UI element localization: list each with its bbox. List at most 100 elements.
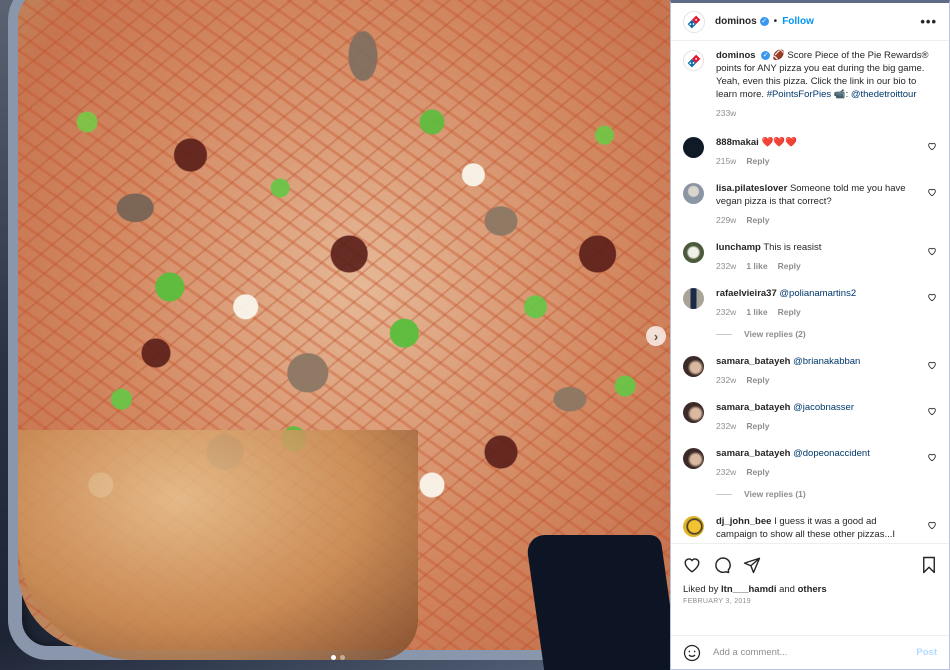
dominos-logo-icon <box>687 54 700 67</box>
dominos-logo-avatar[interactable] <box>683 10 705 33</box>
comment-mention[interactable]: @brianakabban <box>793 356 860 367</box>
comment-age: 232w <box>716 307 737 317</box>
view-replies-button[interactable]: View replies (1) <box>716 489 937 499</box>
bookmark-icon[interactable] <box>921 556 937 574</box>
post-date[interactable]: FEBRUARY 3, 2019 <box>683 598 937 605</box>
reply-button[interactable]: Reply <box>746 155 769 168</box>
comment-like-heart-icon[interactable] <box>927 520 937 530</box>
comment-item: samara_batayeh @dopeonaccident 232w Reply <box>683 447 937 479</box>
comment-likes-count[interactable]: 1 like <box>746 260 767 273</box>
comment-avatar[interactable] <box>683 288 704 309</box>
post-side-panel: dominos ✓ • Follow ••• dominos ✓ 🏈 Score… <box>670 0 950 670</box>
verified-badge-icon: ✓ <box>761 50 771 60</box>
comment-item: samara_batayeh @brianakabban 232w Reply <box>683 355 937 387</box>
carousel-dot-2[interactable] <box>340 655 345 660</box>
carousel-dot-1[interactable] <box>331 655 336 660</box>
caption-hashtag[interactable]: #PointsForPies <box>767 89 831 100</box>
comment-mention[interactable]: @jacobnasser <box>793 402 854 413</box>
comment-avatar[interactable] <box>683 402 704 423</box>
comment-age: 229w <box>716 215 737 225</box>
view-replies-line <box>716 333 732 335</box>
comment-likes-count[interactable]: 1 like <box>746 306 767 319</box>
reply-button[interactable]: Reply <box>778 306 801 319</box>
comment-age: 232w <box>716 467 737 477</box>
more-options-icon[interactable]: ••• <box>920 14 937 29</box>
comment-mention[interactable]: @dopeonaccident <box>793 448 870 459</box>
comment-username[interactable]: samara_batayeh <box>716 448 790 459</box>
liked-by-prefix: Liked by <box>683 584 722 595</box>
smiley-icon[interactable] <box>683 644 701 662</box>
comment-avatar[interactable] <box>683 242 704 263</box>
caption-avatar[interactable] <box>683 50 704 71</box>
comment-item: 888makai ❤️❤️❤️ 215w Reply <box>683 136 937 168</box>
post-header: dominos ✓ • Follow ••• <box>671 3 949 41</box>
comment-like-heart-icon[interactable] <box>927 187 937 197</box>
comment-mention[interactable]: @polianamartins2 <box>779 288 856 299</box>
comment-age: 232w <box>716 375 737 385</box>
comment-like-heart-icon[interactable] <box>927 141 937 151</box>
send-icon[interactable] <box>743 556 761 574</box>
comment-like-heart-icon[interactable] <box>927 360 937 370</box>
caption-age: 233w <box>716 108 737 118</box>
comment-username[interactable]: lisa.pilateslover <box>716 183 787 194</box>
comments-list[interactable]: dominos ✓ 🏈 Score Piece of the Pie Rewar… <box>671 41 949 543</box>
comment-avatar[interactable] <box>683 448 704 469</box>
view-replies-button[interactable]: View replies (2) <box>716 329 937 339</box>
comment-item: samara_batayeh @jacobnasser 232w Reply <box>683 401 937 433</box>
comment-username[interactable]: samara_batayeh <box>716 402 790 413</box>
liked-by-and: and <box>776 584 798 595</box>
comment-like-heart-icon[interactable] <box>927 406 937 416</box>
follow-button[interactable]: Follow <box>782 16 814 27</box>
pizza-crust <box>18 430 418 660</box>
dominos-logo-icon <box>687 15 701 28</box>
camera-emoji: 📹: <box>833 89 849 100</box>
heart-icon[interactable] <box>683 556 701 574</box>
pizza-server <box>525 535 670 670</box>
reply-button[interactable]: Reply <box>746 214 769 227</box>
view-replies-line <box>716 493 732 495</box>
reply-button[interactable]: Reply <box>778 260 801 273</box>
reply-button[interactable]: Reply <box>746 374 769 387</box>
comment-username[interactable]: dj_john_bee <box>716 516 771 527</box>
comment-text: This is reasist <box>763 242 822 253</box>
caption-username[interactable]: dominos <box>716 50 756 61</box>
comment-input[interactable] <box>713 647 917 658</box>
comment-avatar[interactable] <box>683 356 704 377</box>
comment-avatar[interactable] <box>683 516 704 537</box>
liked-by-user[interactable]: ltn___hamdi <box>721 584 776 595</box>
comment-age: 232w <box>716 261 737 271</box>
comment-item: lunchamp This is reasist 232w 1 like Reply <box>683 241 937 273</box>
comment-username[interactable]: lunchamp <box>716 242 761 253</box>
football-emoji: 🏈 <box>772 50 785 61</box>
post-comment-button[interactable]: Post <box>916 647 937 658</box>
header-username[interactable]: dominos <box>715 16 757 27</box>
carousel-next-button[interactable]: › <box>646 326 666 346</box>
comment-icon[interactable] <box>713 556 731 574</box>
view-replies-label: View replies (1) <box>744 489 806 499</box>
post-actions: Liked by ltn___hamdi and others FEBRUARY… <box>671 543 949 635</box>
comment-item: dj_john_bee I guess it was a good ad cam… <box>683 515 937 543</box>
comment-username[interactable]: samara_batayeh <box>716 356 790 367</box>
reply-button[interactable]: Reply <box>746 420 769 433</box>
comment-age: 232w <box>716 421 737 431</box>
caption: dominos ✓ 🏈 Score Piece of the Pie Rewar… <box>683 49 937 120</box>
liked-by: Liked by ltn___hamdi and others <box>683 584 937 595</box>
verified-badge-icon: ✓ <box>759 17 769 26</box>
add-comment-bar: Post <box>671 635 949 669</box>
comment-like-heart-icon[interactable] <box>927 246 937 256</box>
comment-age: 215w <box>716 156 737 166</box>
comment-text: ❤️❤️❤️ <box>761 137 797 148</box>
comment-username[interactable]: rafaelvieira37 <box>716 288 777 299</box>
comment-like-heart-icon[interactable] <box>927 452 937 462</box>
header-separator: • <box>773 16 778 27</box>
liked-by-others[interactable]: others <box>798 584 827 595</box>
reply-button[interactable]: Reply <box>746 466 769 479</box>
comment-username[interactable]: 888makai <box>716 137 759 148</box>
view-replies-label: View replies (2) <box>744 329 806 339</box>
carousel-dots <box>331 655 345 660</box>
comment-avatar[interactable] <box>683 137 704 158</box>
comment-avatar[interactable] <box>683 183 704 204</box>
caption-mention[interactable]: @thedetroittour <box>851 89 917 100</box>
comment-like-heart-icon[interactable] <box>927 292 937 302</box>
post-photo[interactable]: › <box>0 0 670 670</box>
